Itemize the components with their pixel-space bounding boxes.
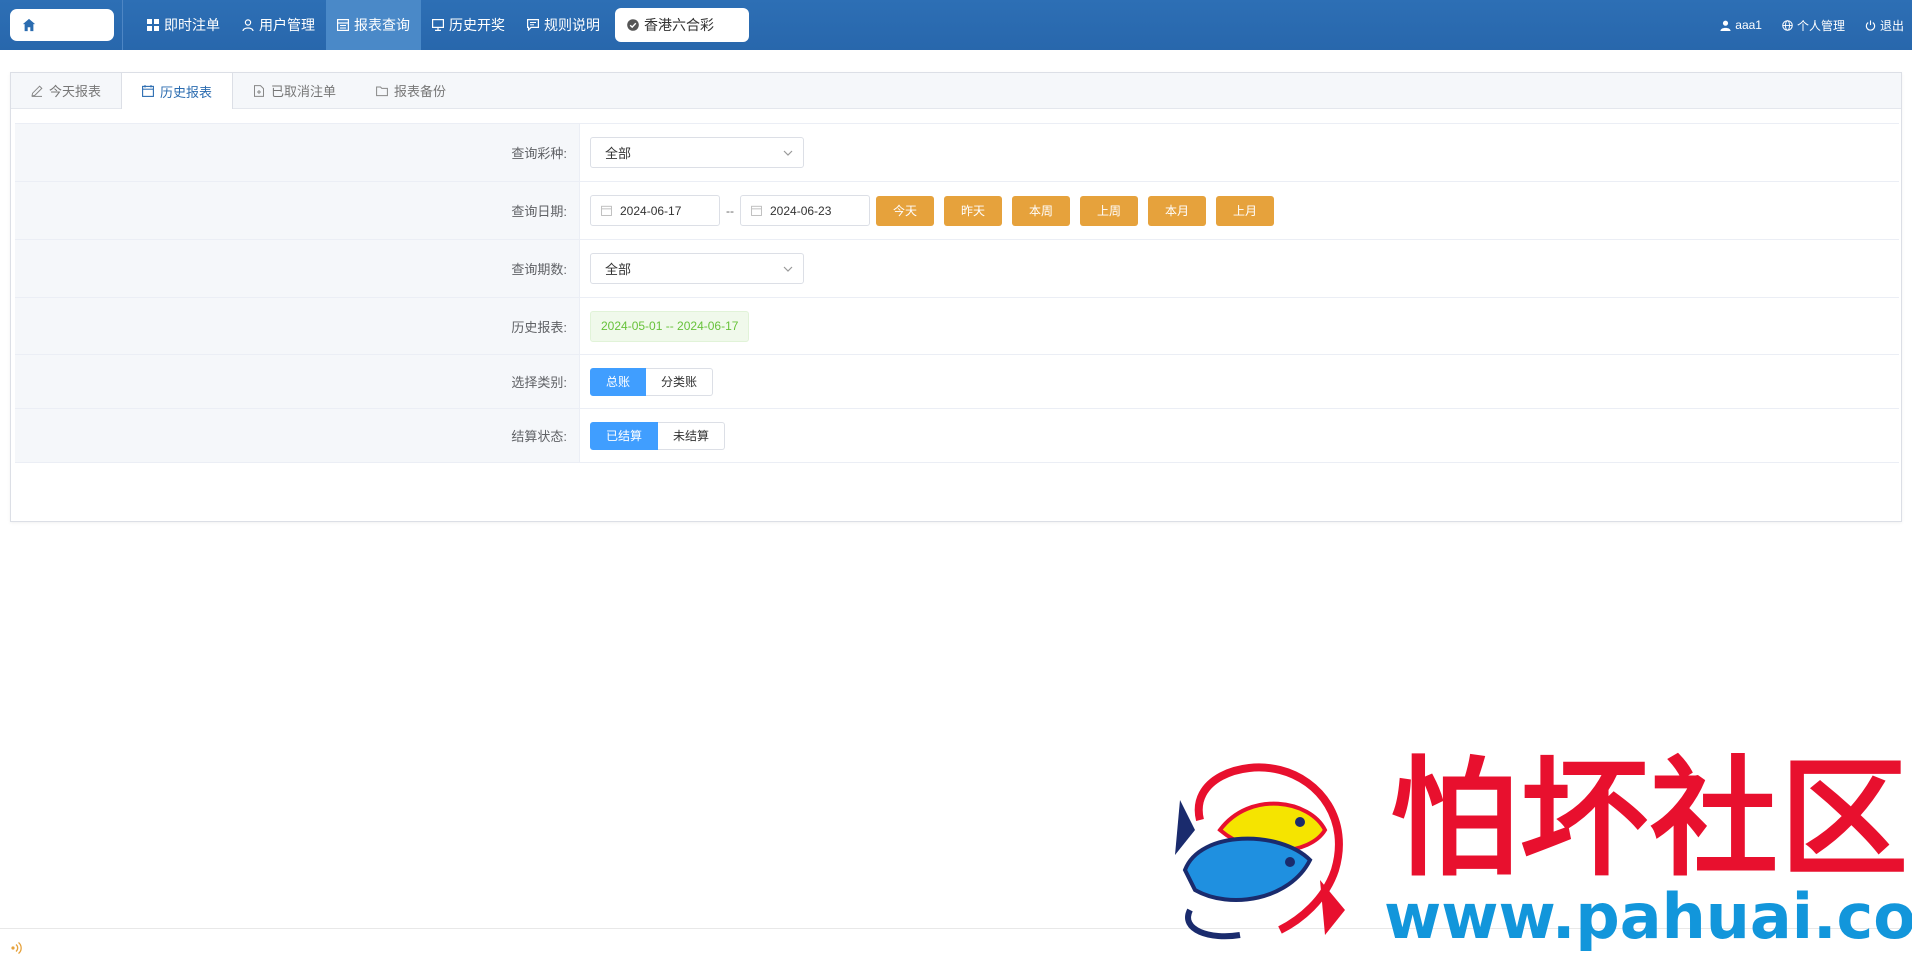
user-area: aaa1 个人管理 退出 [1700,0,1904,50]
pencil-icon [31,84,43,97]
period-label: 查询期数: [15,240,580,297]
date-field: 2024-06-17 -- 2024-06-23 今天 昨天 本周 上周 本月 … [580,182,1899,239]
user-icon [1720,20,1731,31]
logout-link[interactable]: 退出 [1865,17,1904,34]
select-value: 全部 [605,262,632,277]
category-toggle: 总账 分类账 [590,367,713,396]
history-label: 历史报表: [15,298,580,354]
profile-link[interactable]: 个人管理 [1782,17,1845,34]
row-period: 查询期数: 全部 [15,240,1899,298]
lottery-type-select[interactable]: 全部 [590,137,804,168]
date-label: 查询日期: [15,182,580,239]
nav-report-query[interactable]: 报表查询 [326,0,421,50]
watermark-fish-logo [1175,763,1345,940]
period-field: 全部 [580,240,1899,297]
start-date-value: 2024-06-17 [620,203,682,218]
grid-icon [147,19,159,31]
start-date-input[interactable]: 2024-06-17 [590,195,720,226]
tab-label: 今天报表 [49,84,102,99]
row-date: 查询日期: 2024-06-17 -- 2024-06-23 今天 昨天 本周 … [15,182,1899,240]
today-button[interactable]: 今天 [876,195,934,226]
history-range-tag[interactable]: 2024-05-01 -- 2024-06-17 [590,310,750,342]
chat-icon [527,19,539,31]
nav-label: 即时注单 [164,17,220,33]
file-icon [254,84,265,97]
tab-cancelled-bets[interactable]: 已取消注单 [233,73,356,108]
user-account[interactable]: aaa1 [1720,18,1762,32]
lottery-type-label: 查询彩种: [15,124,580,181]
row-category: 选择类别: 总账 分类账 [15,355,1899,409]
this-month-button[interactable]: 本月 [1148,195,1206,226]
navbar-divider [122,0,123,50]
profile-label: 个人管理 [1796,18,1845,33]
end-date-value: 2024-06-23 [770,203,832,218]
monitor-icon [432,19,444,31]
lottery-type-field: 全部 [580,124,1899,181]
this-week-button[interactable]: 本周 [1012,195,1070,226]
settle-field: 已结算 未结算 [580,409,1899,462]
home-button[interactable] [10,9,114,41]
nav-user-management[interactable]: 用户管理 [231,0,326,50]
tab-report-backup[interactable]: 报表备份 [356,73,466,108]
report-panel: 今天报表 历史报表 已取消注单 报表备份 查询彩种: 全部 查询日期: 2024… [10,72,1902,522]
yesterday-button[interactable]: 昨天 [944,195,1002,226]
nav-history-draw[interactable]: 历史开奖 [421,0,516,50]
tab-history-report[interactable]: 历史报表 [121,73,234,109]
end-date-input[interactable]: 2024-06-23 [740,195,870,226]
category-field: 总账 分类账 [580,355,1899,408]
chevron-down-icon [783,266,793,272]
tab-label: 报表备份 [394,84,447,99]
nav-label: 历史开奖 [449,17,505,33]
settle-label: 结算状态: [15,409,580,462]
query-form: 查询彩种: 全部 查询日期: 2024-06-17 -- 2024-06-23 [15,123,1899,463]
row-lottery-type: 查询彩种: 全部 [15,124,1899,182]
last-month-button[interactable]: 上月 [1216,195,1274,226]
row-settle-status: 结算状态: 已结算 未结算 [15,409,1899,463]
history-field: 2024-05-01 -- 2024-06-17 [580,298,1899,354]
last-week-button[interactable]: 上周 [1080,195,1138,226]
calendar-icon [601,205,612,216]
lottery-selector[interactable]: 香港六合彩 [615,8,749,42]
nav-label: 用户管理 [259,17,315,33]
user-icon [242,19,254,31]
nav-instant-bets[interactable]: 即时注单 [136,0,231,50]
unsettled-button[interactable]: 未结算 [658,421,725,450]
calendar-icon [142,85,154,97]
report-tabs: 今天报表 历史报表 已取消注单 报表备份 [11,73,1901,109]
power-icon [1865,19,1876,31]
folder-icon [376,86,388,96]
main-nav: 即时注单 用户管理 报表查询 历史开奖 规则说明 香港六合彩 [136,0,749,50]
nav-label: 报表查询 [354,17,410,33]
chevron-down-icon [783,150,793,156]
nav-rules[interactable]: 规则说明 [516,0,611,50]
username: aaa1 [1735,18,1762,32]
category-label: 选择类别: [15,355,580,408]
category-general-ledger-button[interactable]: 总账 [590,367,646,396]
category-sub-ledger-button[interactable]: 分类账 [646,367,713,396]
calendar-icon [751,205,762,216]
report-icon [337,19,349,31]
settle-toggle: 已结算 未结算 [590,421,725,450]
watermark-url: www.pahuai.com [1384,880,1912,953]
date-separator: -- [726,203,734,218]
top-navbar: 即时注单 用户管理 报表查询 历史开奖 规则说明 香港六合彩 aaa1 个人管理… [0,0,1912,50]
check-circle-icon [627,19,639,31]
row-history: 历史报表: 2024-05-01 -- 2024-06-17 [15,298,1899,355]
watermark-title: 怕坏社区 [1390,744,1911,894]
logout-label: 退出 [1879,18,1904,33]
period-select[interactable]: 全部 [590,253,804,284]
tab-label: 已取消注单 [271,84,337,99]
nav-label: 规则说明 [544,17,600,33]
settled-button[interactable]: 已结算 [590,421,658,450]
lottery-label: 香港六合彩 [644,17,714,33]
tab-today-report[interactable]: 今天报表 [11,73,121,108]
select-value: 全部 [605,146,632,161]
speaker-icon[interactable] [10,941,24,955]
home-icon [22,18,36,32]
tab-label: 历史报表 [160,84,213,100]
globe-icon [1782,19,1793,31]
